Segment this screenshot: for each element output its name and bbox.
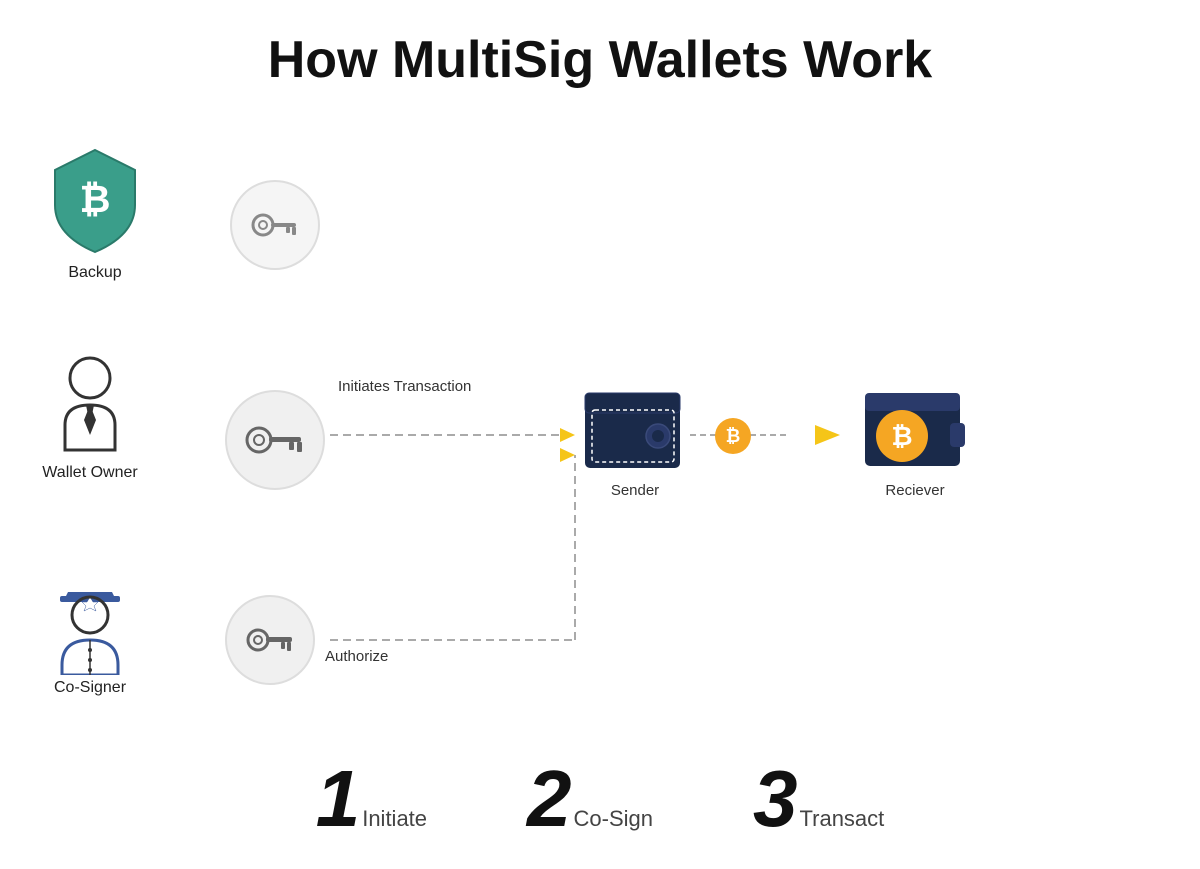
cosigner-key-icon: [243, 623, 298, 658]
bitcoin-transfer-icon: ₿: [715, 418, 751, 454]
step-3-number: 3: [753, 759, 798, 839]
receiver-container: ₿ Reciever: [860, 388, 970, 499]
backup-label: Backup: [68, 264, 121, 282]
wallet-owner-icon: [40, 350, 140, 460]
step-1-label: Initiate: [362, 806, 427, 832]
authorize-label: Authorize: [325, 648, 388, 665]
owner-key-icon: [243, 420, 308, 460]
svg-text:₿: ₿: [80, 179, 111, 221]
cosigner-icon: [40, 560, 140, 675]
initiates-transaction-label: Initiates Transaction: [338, 378, 471, 395]
owner-key-circle: [225, 390, 325, 490]
diagram-area: ₿ Backup Wallet Owner: [0, 130, 1200, 730]
receiver-label: Reciever: [885, 482, 944, 499]
page-title: How MultiSig Wallets Work: [0, 0, 1200, 90]
cosigner-key-circle: [225, 595, 315, 685]
cosigner-label: Co-Signer: [54, 679, 126, 697]
step-2-number: 2: [527, 759, 572, 839]
steps-container: 1 Initiate 2 Co-Sign 3 Transact: [0, 759, 1200, 839]
persona-cosigner: Co-Signer: [40, 560, 140, 697]
sender-label: Sender: [611, 482, 659, 499]
receiver-wallet-icon: ₿: [860, 388, 970, 478]
svg-text:₿: ₿: [891, 421, 912, 451]
persona-wallet-owner: Wallet Owner: [40, 350, 140, 482]
step-2: 2 Co-Sign: [527, 759, 653, 839]
step-1: 1 Initiate: [316, 759, 427, 839]
sender-container: Sender: [580, 388, 690, 499]
backup-key-icon: [248, 208, 303, 243]
persona-backup: ₿ Backup: [40, 140, 150, 282]
sender-wallet-icon: [580, 388, 690, 478]
backup-key-circle: [230, 180, 320, 270]
step-3: 3 Transact: [753, 759, 884, 839]
bitcoin-shield-icon: ₿: [40, 140, 150, 260]
step-1-number: 1: [316, 759, 361, 839]
wallet-owner-label: Wallet Owner: [42, 464, 137, 482]
step-2-label: Co-Sign: [574, 806, 653, 832]
step-3-label: Transact: [800, 806, 885, 832]
